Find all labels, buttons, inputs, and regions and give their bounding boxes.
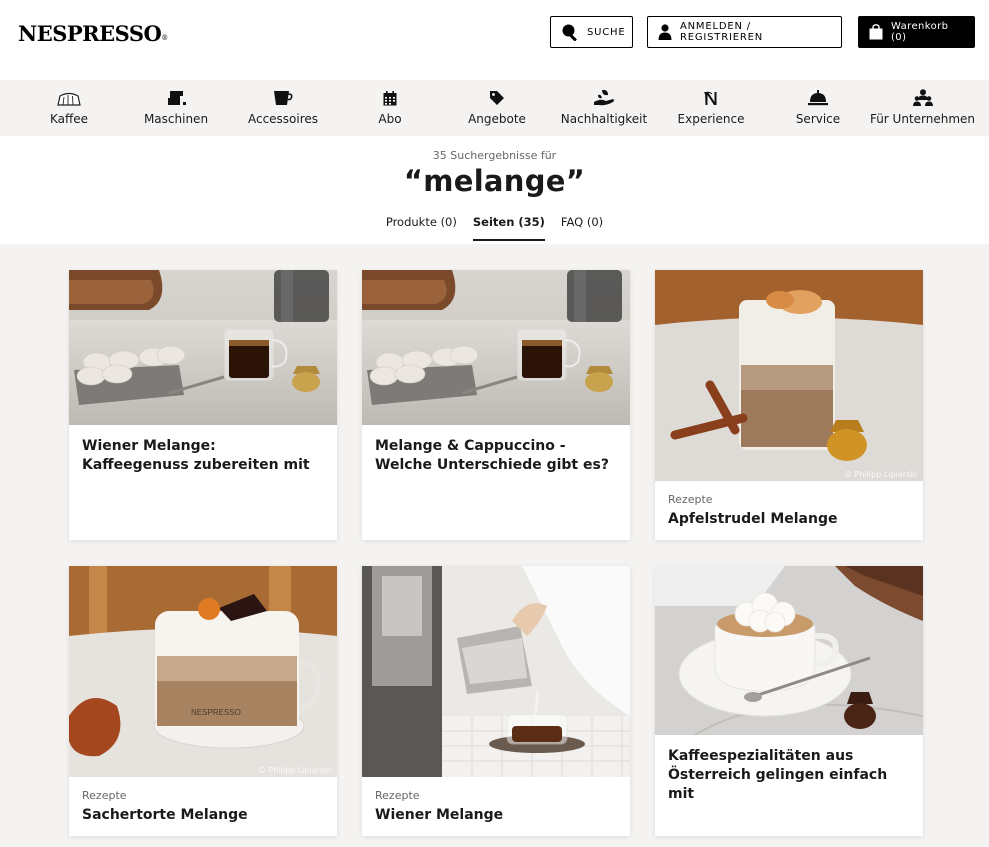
milk-pouring-photo xyxy=(362,566,630,777)
nav-label: Service xyxy=(795,112,841,126)
card-body: Kaffeespezialitäten aus Österreich gelin… xyxy=(655,735,923,816)
svg-text:NESPRESSO: NESPRESSO xyxy=(191,708,241,717)
nespresso-logo[interactable]: NESPRESSO® xyxy=(18,21,168,46)
card-category: Rezepte xyxy=(668,493,713,506)
card-title: Melange & Cappuccino - Welche Unterschie… xyxy=(375,438,609,473)
nav-item-fuer-unternehmen[interactable]: Für Unternehmen xyxy=(856,80,989,136)
calendar-icon xyxy=(383,86,397,106)
results-tabs: Produkte (0) Seiten (35) FAQ (0) xyxy=(0,215,989,241)
result-card[interactable]: © Philipp Lipiarski Rezepte Apfelstrudel… xyxy=(655,270,923,540)
nav-label: Für Unternehmen xyxy=(869,112,976,126)
machine-icon xyxy=(165,86,187,106)
nav-label: Nachhaltigkeit xyxy=(560,112,648,126)
coffee-capsule-icon xyxy=(57,86,81,106)
card-body: Melange & Cappuccino - Welche Unterschie… xyxy=(362,425,630,487)
card-category: Rezepte xyxy=(375,789,420,802)
nav-item-maschinen[interactable]: Maschinen xyxy=(138,80,214,136)
search-button-label: SUCHE xyxy=(587,26,626,38)
nav-item-angebote[interactable]: Angebote xyxy=(428,80,566,136)
cart-button[interactable]: Warenkorb (0) xyxy=(858,16,975,48)
main-navigation: Kaffee Maschinen Accessoires Abo Angebot… xyxy=(0,80,989,136)
business-people-icon xyxy=(912,86,933,106)
leaf-hand-icon xyxy=(593,86,615,106)
sachertorte-latte-photo: NESPRESSO © Philipp Lipiarski xyxy=(69,566,337,777)
card-title: Wiener Melange: Kaffeegenuss zubereiten … xyxy=(82,438,310,473)
shopping-bag-icon xyxy=(869,24,883,40)
card-title: Wiener Melange xyxy=(375,807,504,823)
card-body: Wiener Melange: Kaffeegenuss zubereiten … xyxy=(69,425,337,487)
search-button[interactable]: SUCHE xyxy=(550,16,633,48)
tab-seiten[interactable]: Seiten (35) xyxy=(472,215,545,241)
card-body: Rezepte Wiener Melange xyxy=(362,777,630,836)
card-title: Kaffeespezialitäten aus Österreich gelin… xyxy=(668,748,888,802)
photo-credit: © Philipp Lipiarski xyxy=(258,766,331,775)
nespresso-n-icon xyxy=(704,86,718,106)
search-icon xyxy=(562,24,577,41)
card-body: Rezepte Sachertorte Melange xyxy=(69,777,337,836)
result-card[interactable]: Rezepte Wiener Melange xyxy=(362,566,630,836)
nav-label: Kaffee xyxy=(49,112,89,126)
search-query: “melange” xyxy=(403,164,586,198)
nav-item-accessoires[interactable]: Accessoires xyxy=(214,80,352,136)
card-body: Rezepte Apfelstrudel Melange xyxy=(655,481,923,540)
card-title: Sachertorte Melange xyxy=(82,807,248,823)
cup-icon xyxy=(273,86,293,106)
result-card[interactable]: Wiener Melange: Kaffeegenuss zubereiten … xyxy=(69,270,337,540)
nav-label: Angebote xyxy=(468,112,526,126)
nav-label: Maschinen xyxy=(143,112,209,126)
cookies-espresso-photo xyxy=(362,270,630,425)
result-card[interactable]: NESPRESSO © Philipp Lipiarski Rezepte Sa… xyxy=(69,566,337,836)
card-title: Apfelstrudel Melange xyxy=(668,511,838,527)
card-category: Rezepte xyxy=(82,789,127,802)
nav-label: Accessoires xyxy=(247,112,319,126)
nav-label: Experience xyxy=(677,112,745,126)
photo-credit: © Philipp Lipiarski xyxy=(844,470,917,479)
nav-item-nachhaltigkeit[interactable]: Nachhaltigkeit xyxy=(561,80,647,136)
cart-label: Warenkorb (0) xyxy=(891,21,949,43)
cinnamon-latte-photo: © Philipp Lipiarski xyxy=(655,270,923,481)
result-card[interactable]: Kaffeespezialitäten aus Österreich gelin… xyxy=(655,566,923,836)
whipped-cream-coffee-photo xyxy=(655,566,923,735)
site-header: NESPRESSO® SUCHE ANMELDEN / REGISTRIEREN… xyxy=(0,0,989,80)
service-bell-icon xyxy=(808,86,828,106)
login-register-label: ANMELDEN / REGISTRIEREN xyxy=(680,21,763,43)
login-register-button[interactable]: ANMELDEN / REGISTRIEREN xyxy=(647,16,842,48)
result-card[interactable]: Melange & Cappuccino - Welche Unterschie… xyxy=(362,270,630,540)
search-results-header: 35 Suchergebnisse für “melange” Produkte… xyxy=(0,136,989,244)
tag-icon xyxy=(489,86,505,106)
nav-label: Abo xyxy=(378,112,402,126)
results-count: 35 Suchergebnisse für xyxy=(432,149,557,162)
user-icon xyxy=(658,24,672,40)
nav-item-abo[interactable]: Abo xyxy=(352,80,428,136)
nav-item-service[interactable]: Service xyxy=(780,80,856,136)
tab-faq[interactable]: FAQ (0) xyxy=(561,215,603,241)
cookies-espresso-photo xyxy=(69,270,337,425)
nav-item-kaffee[interactable]: Kaffee xyxy=(0,80,138,136)
tab-produkte[interactable]: Produkte (0) xyxy=(386,215,457,241)
nav-item-experience[interactable]: Experience xyxy=(642,80,780,136)
